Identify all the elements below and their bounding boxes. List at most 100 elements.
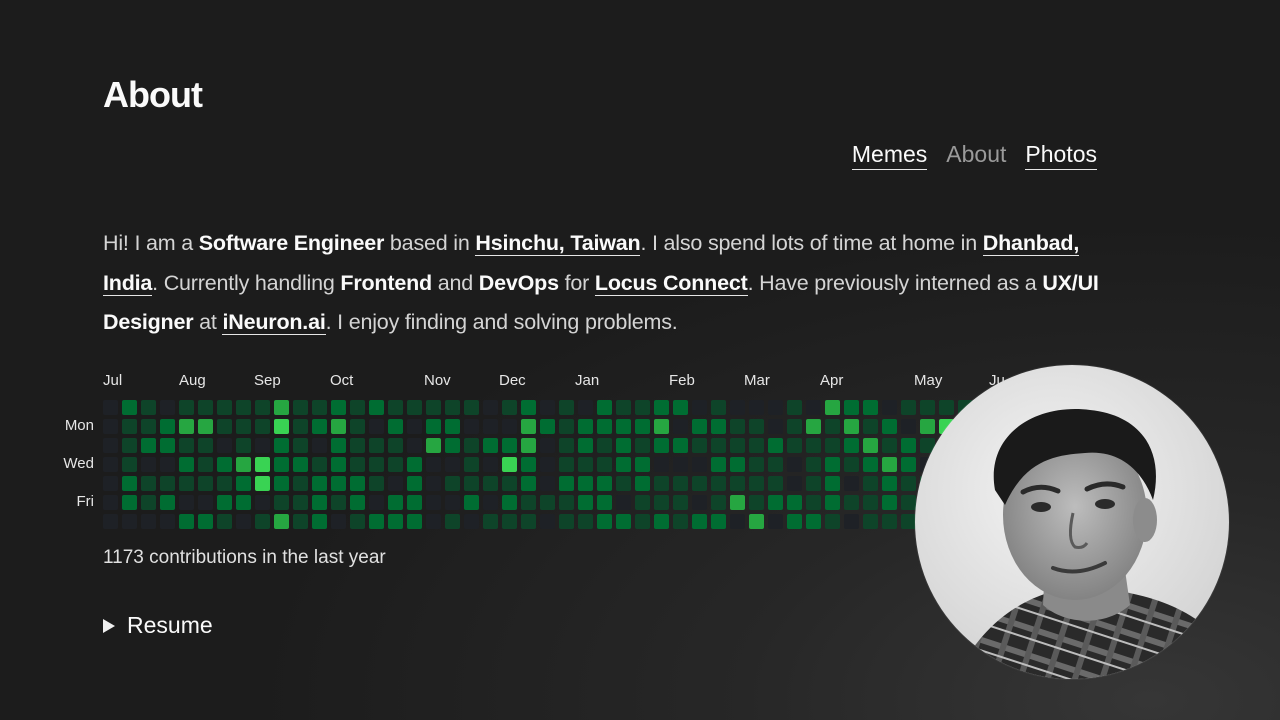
contribution-cell xyxy=(274,514,289,529)
contribution-cell xyxy=(616,457,631,472)
contribution-cell xyxy=(521,400,536,415)
contribution-cell xyxy=(293,438,308,453)
contribution-cell xyxy=(616,400,631,415)
contribution-cell xyxy=(388,419,403,434)
contribution-cell xyxy=(255,457,270,472)
nav-link-photos[interactable]: Photos xyxy=(1025,141,1097,170)
month-label: May xyxy=(914,372,943,389)
contribution-cell xyxy=(711,400,726,415)
contribution-cell xyxy=(293,495,308,510)
contribution-cell xyxy=(312,514,327,529)
contribution-cell xyxy=(825,438,840,453)
intro-text: . Have previously interned as a xyxy=(747,270,1043,295)
contribution-cell xyxy=(179,495,194,510)
contribution-cell xyxy=(331,514,346,529)
contribution-cell xyxy=(901,476,916,491)
contribution-cell xyxy=(255,438,270,453)
contribution-cell xyxy=(749,476,764,491)
contribution-cell xyxy=(160,438,175,453)
day-label-fri: Fri xyxy=(76,493,95,510)
contribution-cell xyxy=(122,438,137,453)
contribution-cell xyxy=(578,438,593,453)
intern-company-link[interactable]: iNeuron.ai xyxy=(222,310,326,335)
contribution-cell xyxy=(160,495,175,510)
contribution-cell xyxy=(198,476,213,491)
area-frontend-text: Frontend xyxy=(340,270,432,295)
contribution-cell xyxy=(502,514,517,529)
contribution-cell xyxy=(578,514,593,529)
contribution-cell xyxy=(122,419,137,434)
contribution-cell xyxy=(711,514,726,529)
contribution-cell xyxy=(122,514,137,529)
contribution-cell xyxy=(236,476,251,491)
contribution-cell xyxy=(255,514,270,529)
contribution-cell xyxy=(882,438,897,453)
contribution-cell xyxy=(103,457,118,472)
contribution-cell xyxy=(825,419,840,434)
contribution-cell xyxy=(863,476,878,491)
contribution-cell xyxy=(540,495,555,510)
contribution-cell xyxy=(597,457,612,472)
company-link[interactable]: Locus Connect xyxy=(594,270,748,296)
contribution-cell xyxy=(654,514,669,529)
contribution-cell xyxy=(388,495,403,510)
resume-label: Resume xyxy=(127,612,213,638)
contribution-cell xyxy=(521,495,536,510)
contribution-cell xyxy=(122,495,137,510)
contribution-cell xyxy=(578,457,593,472)
intro-text: and xyxy=(431,270,479,295)
contribution-cell xyxy=(293,419,308,434)
contribution-cell xyxy=(787,419,802,434)
nav-link-about[interactable]: About xyxy=(946,141,1006,170)
contribution-cell xyxy=(730,438,745,453)
contribution-cell xyxy=(882,457,897,472)
contribution-cell xyxy=(160,419,175,434)
contribution-cell xyxy=(483,400,498,415)
month-label: Jan xyxy=(575,372,600,389)
contribution-cell xyxy=(654,457,669,472)
month-label: Mar xyxy=(744,372,770,389)
contribution-cell xyxy=(312,495,327,510)
contribution-cell xyxy=(882,495,897,510)
nav-link-memes[interactable]: Memes xyxy=(851,141,928,170)
intro-text: for xyxy=(558,270,595,295)
contribution-cell xyxy=(141,457,156,472)
contribution-cell xyxy=(749,495,764,510)
avatar-photo-image xyxy=(915,365,1229,679)
city-link[interactable]: Hsinchu, Taiwan xyxy=(475,231,641,256)
contribution-cell xyxy=(673,438,688,453)
contribution-cell xyxy=(844,419,859,434)
contribution-cell xyxy=(768,514,783,529)
contribution-cell xyxy=(540,457,555,472)
contribution-cell xyxy=(768,438,783,453)
contribution-cell xyxy=(255,400,270,415)
contribution-cell xyxy=(768,400,783,415)
contribution-cell xyxy=(388,514,403,529)
role-text: Software Engineer xyxy=(198,231,385,255)
contribution-cell xyxy=(350,476,365,491)
contribution-cell xyxy=(578,495,593,510)
contribution-cell xyxy=(426,438,441,453)
contribution-cell xyxy=(160,457,175,472)
contribution-cell xyxy=(217,457,232,472)
contribution-cell xyxy=(407,514,422,529)
contribution-cell xyxy=(179,438,194,453)
contribution-cell xyxy=(426,400,441,415)
contribution-cell xyxy=(236,457,251,472)
contribution-cell xyxy=(616,495,631,510)
contribution-cell xyxy=(673,514,688,529)
contribution-cell xyxy=(711,438,726,453)
contribution-cell xyxy=(559,419,574,434)
contribution-cell xyxy=(312,457,327,472)
resume-toggle[interactable]: Resume xyxy=(103,612,213,639)
contribution-cell xyxy=(559,495,574,510)
contribution-cell xyxy=(255,495,270,510)
contribution-cell xyxy=(901,419,916,434)
contribution-cell xyxy=(654,495,669,510)
contribution-cell xyxy=(730,476,745,491)
contribution-cell xyxy=(483,514,498,529)
contribution-cell xyxy=(350,495,365,510)
contribution-cell xyxy=(407,400,422,415)
contribution-cell xyxy=(521,476,536,491)
contribution-cell xyxy=(426,495,441,510)
